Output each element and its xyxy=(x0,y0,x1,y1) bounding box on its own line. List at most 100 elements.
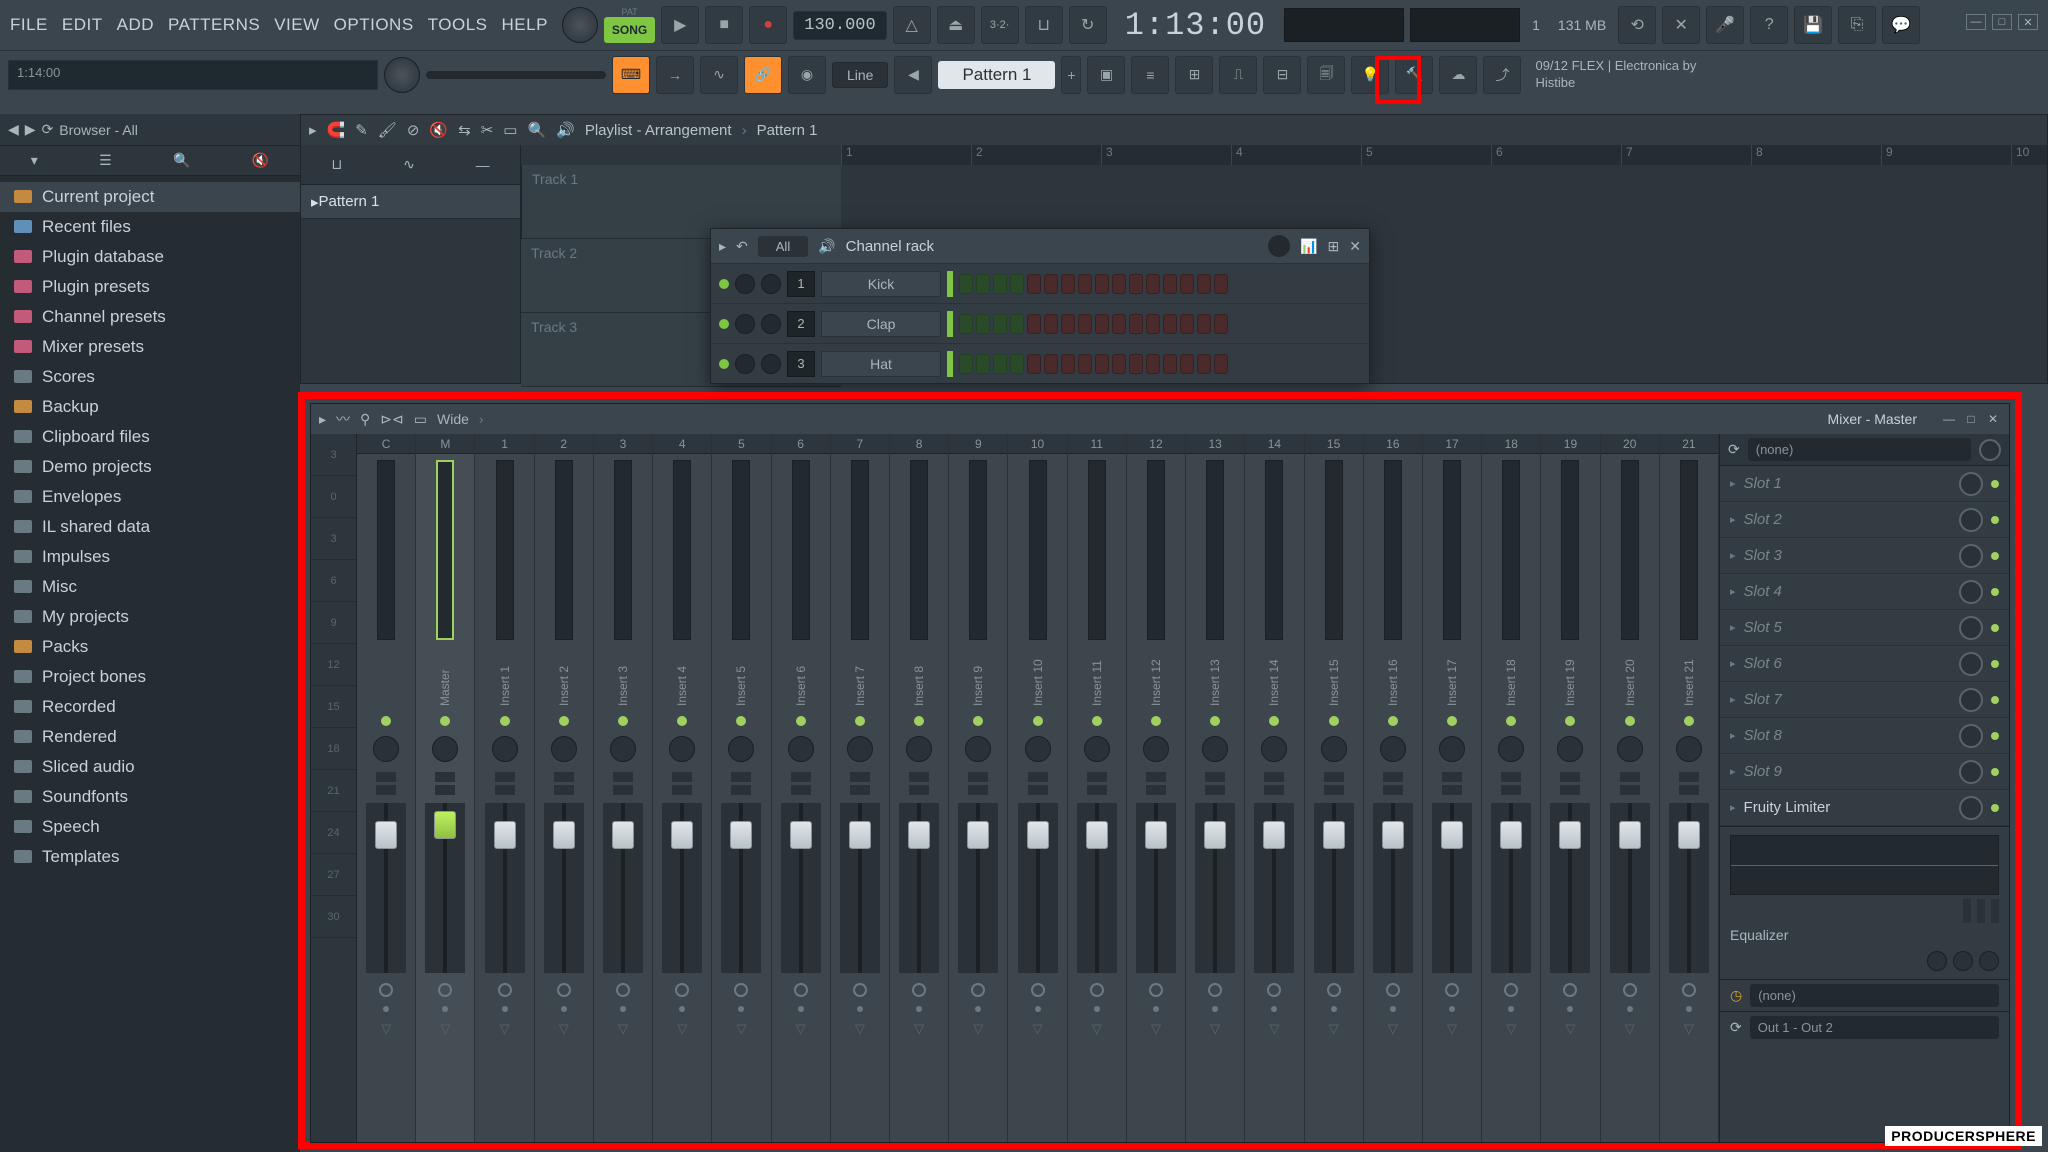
track-number[interactable]: 21 xyxy=(1660,434,1718,454)
volume-fader[interactable] xyxy=(544,803,584,973)
eq-display[interactable] xyxy=(1730,835,1999,895)
pan-knob[interactable] xyxy=(373,736,399,762)
track-number[interactable]: 16 xyxy=(1364,434,1422,454)
eq-fader-2[interactable] xyxy=(1977,899,1985,923)
stereo-sep-up[interactable] xyxy=(968,772,988,782)
stereo-sep-up[interactable] xyxy=(376,772,396,782)
browser-item-recorded[interactable]: Recorded xyxy=(0,692,300,722)
volume-fader[interactable] xyxy=(1610,803,1650,973)
maximize-button[interactable]: □ xyxy=(1992,14,2012,30)
fx-slot-4[interactable]: ▸Slot 4 xyxy=(1720,574,2009,610)
wait-input-icon[interactable]: ⏏ xyxy=(937,6,975,44)
send-arrow[interactable]: ▽ xyxy=(1506,1021,1516,1037)
mixer-track-9[interactable]: 9Insert 9▽ xyxy=(949,434,1008,1142)
stereo-sep-up[interactable] xyxy=(1560,772,1580,782)
send-arrow[interactable]: ▽ xyxy=(1151,1021,1161,1037)
playlist-zoom-icon[interactable]: 🔍 xyxy=(527,121,546,139)
volume-fader[interactable] xyxy=(1254,803,1294,973)
browser-item-my-projects[interactable]: My projects xyxy=(0,602,300,632)
step[interactable] xyxy=(1112,314,1126,334)
fx-slot-1[interactable]: ▸Slot 1 xyxy=(1720,466,2009,502)
stereo-sep-up[interactable] xyxy=(1146,772,1166,782)
channel-number[interactable]: 2 xyxy=(787,311,815,337)
send-arrow[interactable]: ▽ xyxy=(618,1021,628,1037)
slot-led[interactable] xyxy=(1991,804,1999,812)
fx-slot-6[interactable]: ▸Slot 6 xyxy=(1720,646,2009,682)
track-name[interactable]: Insert 13 xyxy=(1208,646,1222,706)
browser-item-demo-projects[interactable]: Demo projects xyxy=(0,452,300,482)
route-target[interactable] xyxy=(438,983,452,997)
record-button[interactable]: ● xyxy=(749,6,787,44)
slot-mix-knob[interactable] xyxy=(1959,724,1983,748)
stereo-sep-dn[interactable] xyxy=(376,785,396,795)
pan-knob[interactable] xyxy=(1321,736,1347,762)
send-arrow[interactable]: ▽ xyxy=(1625,1021,1635,1037)
track-number[interactable]: 14 xyxy=(1245,434,1303,454)
step[interactable] xyxy=(959,274,973,294)
send-arrow[interactable]: ▽ xyxy=(677,1021,687,1037)
send-arrow[interactable]: ▽ xyxy=(1565,1021,1575,1037)
browser-item-impulses[interactable]: Impulses xyxy=(0,542,300,572)
mixer-track-8[interactable]: 8Insert 8▽ xyxy=(890,434,949,1142)
volume-fader[interactable] xyxy=(1195,803,1235,973)
browser-mute-icon[interactable]: 🔇 xyxy=(252,152,269,169)
volume-fader[interactable] xyxy=(1491,803,1531,973)
track-number[interactable]: 15 xyxy=(1305,434,1363,454)
step[interactable] xyxy=(1095,314,1109,334)
step[interactable] xyxy=(1078,314,1092,334)
timeline-ruler[interactable]: 1234567891011 xyxy=(841,145,2047,165)
channel-pan-knob[interactable] xyxy=(735,274,755,294)
slot-arrow-icon[interactable]: ▸ xyxy=(1730,621,1736,634)
channel-pan-knob[interactable] xyxy=(735,354,755,374)
track-name[interactable]: Insert 16 xyxy=(1386,646,1400,706)
route-target[interactable] xyxy=(1445,983,1459,997)
fx-enable-led[interactable] xyxy=(1565,716,1575,726)
mixer-track-13[interactable]: 13Insert 13▽ xyxy=(1186,434,1245,1142)
route-target[interactable] xyxy=(1327,983,1341,997)
fx-enable-led[interactable] xyxy=(381,716,391,726)
track-number[interactable]: 19 xyxy=(1541,434,1599,454)
stereo-sep-dn[interactable] xyxy=(791,785,811,795)
slot-mix-knob[interactable] xyxy=(1959,652,1983,676)
track-name[interactable]: Insert 1 xyxy=(498,646,512,706)
step[interactable] xyxy=(976,354,990,374)
stereo-sep-dn[interactable] xyxy=(1383,785,1403,795)
channel-number[interactable]: 1 xyxy=(787,271,815,297)
eq-fader-3[interactable] xyxy=(1991,899,1999,923)
stereo-sep-dn[interactable] xyxy=(1028,785,1048,795)
route-target[interactable] xyxy=(1504,983,1518,997)
channel-hat[interactable]: 3Hat xyxy=(711,343,1369,383)
step[interactable] xyxy=(1061,354,1075,374)
mute-dot[interactable] xyxy=(1686,1006,1692,1012)
playlist-slip-icon[interactable]: ⇆ xyxy=(458,121,471,139)
blend-icon[interactable]: ⊔ xyxy=(1025,6,1063,44)
channel-led[interactable] xyxy=(719,279,729,289)
route-target[interactable] xyxy=(1208,983,1222,997)
fx-input-select[interactable]: (none) xyxy=(1748,438,1971,461)
send-arrow[interactable]: ▽ xyxy=(855,1021,865,1037)
stereo-sep-up[interactable] xyxy=(435,772,455,782)
volume-fader[interactable] xyxy=(958,803,998,973)
link-chain-icon[interactable]: 🔗 xyxy=(744,56,782,94)
mixer-track-17[interactable]: 17Insert 17▽ xyxy=(1423,434,1482,1142)
mixer-track-2[interactable]: 2Insert 2▽ xyxy=(535,434,594,1142)
fx-enable-led[interactable] xyxy=(559,716,569,726)
tool-share-icon[interactable]: ⤴ xyxy=(1483,56,1521,94)
send-arrow[interactable]: ▽ xyxy=(1092,1021,1102,1037)
send-arrow[interactable]: ▽ xyxy=(1684,1021,1694,1037)
slot-mix-knob[interactable] xyxy=(1959,544,1983,568)
play-button[interactable]: ▶ xyxy=(661,6,699,44)
step[interactable] xyxy=(1180,274,1194,294)
volume-fader[interactable] xyxy=(1669,803,1709,973)
track-name[interactable]: Insert 2 xyxy=(557,646,571,706)
route-target[interactable] xyxy=(1267,983,1281,997)
snap-prev-icon[interactable]: ◀ xyxy=(894,56,932,94)
fx-enable-led[interactable] xyxy=(1329,716,1339,726)
track-name[interactable]: Insert 20 xyxy=(1623,646,1637,706)
step[interactable] xyxy=(1112,354,1126,374)
track-name[interactable]: Insert 12 xyxy=(1149,646,1163,706)
mute-dot[interactable] xyxy=(1331,1006,1337,1012)
send-arrow[interactable]: ▽ xyxy=(559,1021,569,1037)
track-name[interactable]: Insert 19 xyxy=(1563,646,1577,706)
channel-kick[interactable]: 1Kick xyxy=(711,263,1369,303)
